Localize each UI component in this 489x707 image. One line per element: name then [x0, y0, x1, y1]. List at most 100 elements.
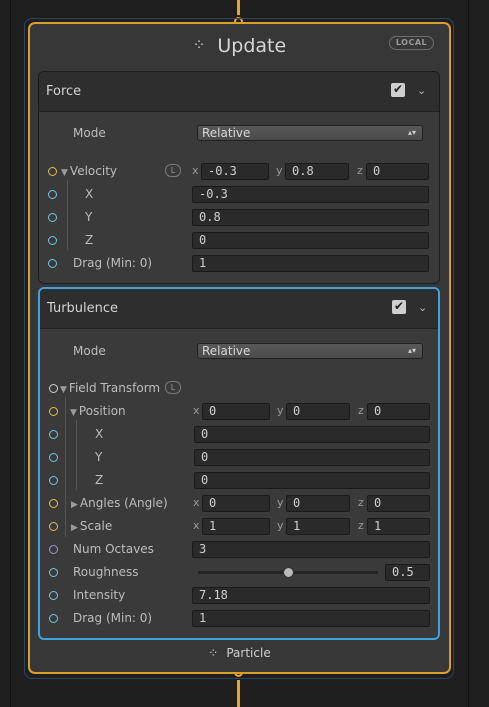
num-octaves-field[interactable]: 3 [192, 541, 430, 558]
position-label-text: Position [78, 404, 126, 418]
space-local-badge[interactable]: L [165, 381, 181, 394]
position-z-value-field[interactable]: 0 [194, 472, 430, 489]
angles-z-field[interactable]: 0 [367, 495, 430, 512]
context-title-text: Update [217, 35, 287, 57]
position-x-port[interactable] [49, 430, 58, 439]
velocity-input-port[interactable] [48, 167, 57, 176]
position-z-label: Z [95, 473, 104, 487]
velocity-z-port[interactable] [48, 236, 57, 245]
expand-triangle-icon: ▼ [61, 168, 68, 178]
force-enabled-checkbox[interactable]: ✔ [391, 83, 405, 97]
scale-x-field[interactable]: 1 [202, 518, 270, 535]
force-block[interactable]: Force ✔ ⌄ Mode Relative ▴▾ ▼ Velocity L x… [38, 71, 440, 284]
scale-input-port[interactable] [49, 522, 58, 531]
angles-input-port[interactable] [49, 499, 58, 508]
turbulence-drag-port[interactable] [49, 614, 58, 623]
velocity-z-value-field[interactable]: 0 [192, 232, 429, 249]
force-y-row: Y 0.8 [39, 209, 439, 227]
force-mode-row: Mode Relative ▴▾ [39, 125, 439, 143]
chevron-down-icon[interactable]: ⌄ [417, 84, 426, 97]
position-input-port[interactable] [49, 407, 58, 416]
turbulence-block-header[interactable]: Turbulence ✔ ⌄ [40, 289, 438, 329]
chevron-down-icon[interactable]: ⌄ [418, 301, 427, 314]
field-transform-row: ▼ Field Transform L [40, 380, 438, 398]
local-badge[interactable]: LOCAL [389, 36, 434, 50]
angles-y-field[interactable]: 0 [286, 495, 350, 512]
expand-triangle-icon: ▼ [70, 408, 77, 418]
drag-field[interactable]: 1 [192, 255, 429, 272]
axis-label-y: y [277, 519, 284, 532]
force-block-title: Force [46, 84, 82, 99]
space-local-badge[interactable]: L [165, 164, 181, 177]
force-mode-label: Mode [73, 126, 106, 140]
turbulence-block[interactable]: Turbulence ✔ ⌄ Mode Relative ▴▾ ▼ Field T… [38, 287, 440, 640]
axis-label-z: z [358, 519, 364, 532]
scale-z-field[interactable]: 1 [367, 518, 430, 535]
turbulence-mode-dropdown[interactable]: Relative ▴▾ [197, 343, 423, 359]
dropdown-arrow-icon: ▴▾ [407, 346, 416, 355]
velocity-x-field[interactable]: -0.3 [201, 163, 269, 180]
num-octaves-label: Num Octaves [73, 542, 154, 556]
position-y-port[interactable] [49, 453, 58, 462]
velocity-x-value-field[interactable]: -0.3 [192, 186, 429, 203]
roughness-port[interactable] [49, 568, 58, 577]
velocity-z-field[interactable]: 0 [366, 163, 429, 180]
scale-y-field[interactable]: 1 [286, 518, 350, 535]
velocity-x-label: X [85, 187, 94, 201]
roughness-slider-thumb[interactable] [283, 567, 294, 578]
position-row: ▼ Position x 0 y 0 z 0 [40, 403, 438, 421]
num-octaves-port[interactable] [49, 545, 58, 554]
intensity-port[interactable] [49, 591, 58, 600]
turbulence-drag-field[interactable]: 1 [192, 610, 430, 627]
num-octaves-row: Num Octaves 3 [40, 541, 438, 559]
position-z-port[interactable] [49, 476, 58, 485]
vfx-dots-icon: ⁘ [208, 646, 219, 660]
velocity-y-value-field[interactable]: 0.8 [192, 209, 429, 226]
turbulence-enabled-checkbox[interactable]: ✔ [392, 300, 406, 314]
graph-divider [10, 0, 11, 707]
position-x-row: X 0 [40, 426, 438, 444]
vfx-dots-icon: ⁘ [192, 36, 206, 54]
axis-label-z: z [358, 404, 364, 417]
velocity-y-port[interactable] [48, 213, 57, 222]
roughness-label: Roughness [73, 565, 139, 579]
axis-label-z: z [357, 164, 363, 177]
force-drag-row: Drag (Min: 0) 1 [39, 255, 439, 273]
force-mode-dropdown[interactable]: Relative ▴▾ [197, 125, 423, 141]
field-transform-label-text: Field Transform [68, 381, 161, 395]
turbulence-drag-label: Drag (Min: 0) [73, 611, 153, 625]
indent-guide [65, 397, 66, 537]
force-block-header[interactable]: Force ✔ ⌄ [39, 72, 439, 112]
position-z-row: Z 0 [40, 472, 438, 490]
indent-guide [67, 180, 68, 250]
turbulence-block-title: Turbulence [47, 301, 119, 316]
position-y-value-field[interactable]: 0 [194, 449, 430, 466]
turbulence-mode-label: Mode [73, 344, 106, 358]
drag-input-port[interactable] [48, 259, 57, 268]
velocity-label[interactable]: ▼ Velocity [61, 164, 117, 178]
velocity-y-field[interactable]: 0.8 [285, 163, 349, 180]
dropdown-arrow-icon: ▴▾ [407, 128, 416, 137]
scale-row: ▶ Scale x 1 y 1 z 1 [40, 518, 438, 536]
position-z-field[interactable]: 0 [367, 403, 430, 420]
field-transform-label[interactable]: ▼ Field Transform [60, 381, 160, 395]
footer-label: Particle [226, 646, 271, 660]
angles-x-field[interactable]: 0 [202, 495, 270, 512]
turbulence-drag-row: Drag (Min: 0) 1 [40, 610, 438, 628]
position-label[interactable]: ▼ Position [70, 404, 126, 418]
scale-label[interactable]: ▶ Scale [71, 519, 112, 533]
force-mode-value: Relative [202, 126, 251, 140]
collapsed-triangle-icon: ▶ [71, 523, 78, 533]
roughness-field[interactable]: 0.5 [385, 564, 430, 581]
position-x-value-field[interactable]: 0 [194, 426, 430, 443]
field-transform-port[interactable] [49, 384, 58, 393]
velocity-x-port[interactable] [48, 190, 57, 199]
axis-label-x: x [193, 519, 200, 532]
turbulence-mode-value: Relative [202, 344, 251, 358]
position-y-field[interactable]: 0 [286, 403, 350, 420]
axis-label-z: z [358, 496, 364, 509]
intensity-field[interactable]: 7.18 [192, 587, 430, 604]
angles-label[interactable]: ▶ Angles (Angle) [71, 496, 168, 510]
position-x-field[interactable]: 0 [202, 403, 270, 420]
axis-label-y: y [276, 164, 283, 177]
